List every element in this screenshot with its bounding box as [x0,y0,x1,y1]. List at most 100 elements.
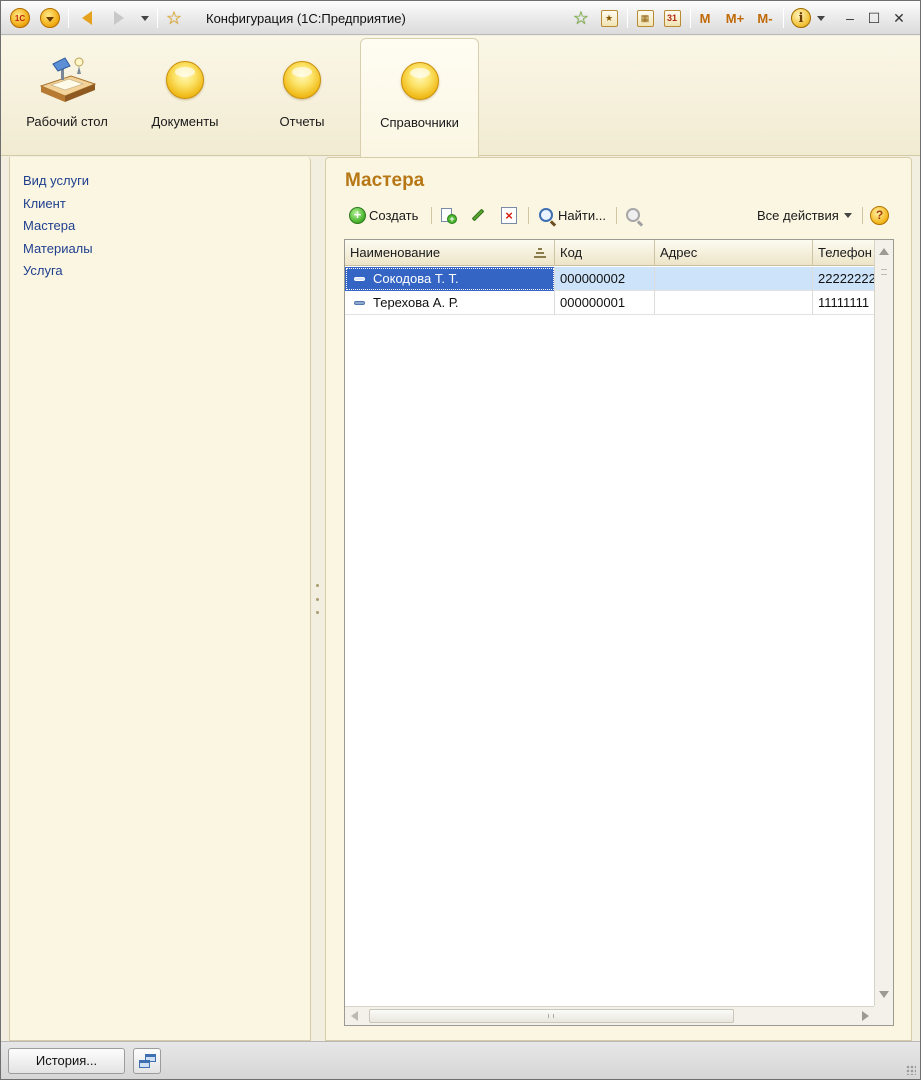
divider [783,8,784,28]
cell-text: 000000001 [560,295,626,310]
memory-plus-button[interactable]: M+ [723,1,747,35]
column-header-label: Наименование [350,245,441,260]
cell-name[interactable]: Терехова А. Р. [345,291,555,315]
add-to-favorites-button[interactable]: ☆ [570,1,592,35]
memory-m-button[interactable]: M [697,1,713,35]
scroll-up-icon[interactable] [879,248,889,255]
section-ball-icon [166,61,204,99]
edit-button[interactable] [471,202,485,228]
navigation-panel: Вид услуги Клиент Мастера Материалы Услу… [9,157,311,1041]
forward-button[interactable] [109,1,129,35]
panel-splitter[interactable] [314,584,320,614]
scroll-left-icon[interactable] [351,1011,358,1021]
close-button[interactable]: ✕ [889,1,909,35]
copy-icon: + [440,207,457,224]
resize-grip-icon[interactable] [906,1065,916,1075]
delete-icon: × [501,206,517,224]
cell-text: 000000002 [560,271,626,286]
window-title-text: Конфигурация (1С:Предприятие) [206,10,406,26]
open-windows-button[interactable] [133,1048,161,1074]
section-catalogs[interactable]: Справочники [360,38,479,157]
desktop-icon [39,57,97,102]
find-label: Найти... [558,207,606,223]
scroll-thumb[interactable] [369,1009,734,1023]
section-desktop[interactable]: Рабочий стол [25,36,109,155]
1c-logo-icon: 1С [10,8,30,28]
cell-phone[interactable]: 11111111 [813,291,875,315]
masters-table: Наименование Код Адрес Телефон Сокодова … [344,239,894,1026]
section-label: Рабочий стол [26,114,108,129]
find-button[interactable]: Найти... [539,202,606,228]
table-row[interactable]: Сокодова Т. Т. 000000002 22222222 [345,267,875,291]
nav-item-materials[interactable]: Материалы [23,241,93,264]
column-header-address[interactable]: Адрес [655,240,813,266]
memory-plus-label: M+ [725,10,745,26]
scroll-thumb-grip [881,269,887,275]
calculator-button[interactable]: ▦ [635,1,655,35]
grip-dot [315,597,319,601]
chevron-down-icon [843,212,852,218]
app-window: 1С ☆ Конфигурация (1С:Предприятие) ☆ ★ ▦… [0,0,921,1080]
about-dropdown-button[interactable] [814,1,828,35]
create-label: Создать [369,207,419,223]
favorites-list-button[interactable]: ★ [599,1,619,35]
search-icon [539,208,553,222]
form-title: Мастера [345,170,425,191]
memory-minus-label: M- [757,10,773,26]
main-menu-button[interactable] [39,1,61,35]
column-header-name[interactable]: Наименование [345,240,555,266]
section-ball-icon [283,61,321,99]
section-reports[interactable]: Отчеты [263,36,341,155]
divider [627,8,628,28]
cell-phone[interactable]: 22222222 [813,267,875,291]
maximize-button[interactable]: ☐ [865,1,883,35]
list-form: Мастера + Создать + × Найти... Все дейст… [325,157,912,1041]
cell-code[interactable]: 000000002 [555,267,655,291]
cell-code[interactable]: 000000001 [555,291,655,315]
nav-item-service-type[interactable]: Вид услуги [23,173,93,196]
minimize-button[interactable]: – [841,1,859,35]
memory-minus-button[interactable]: M- [753,1,777,35]
maximize-icon: ☐ [867,9,881,26]
app-logo-icon[interactable]: 1С [9,1,31,35]
about-button[interactable]: i [790,1,812,35]
history-dropdown-button[interactable] [138,1,152,35]
vertical-scrollbar[interactable] [874,240,893,1006]
delete-button[interactable]: × [501,202,517,228]
history-button[interactable]: История... [8,1048,125,1074]
cell-name[interactable]: Сокодова Т. Т. [345,267,555,291]
back-button[interactable] [77,1,97,35]
favorites-button[interactable]: ☆ [163,1,185,35]
calendar-icon: 31 [663,9,681,27]
copy-button[interactable]: + [440,202,457,228]
divider [690,8,691,28]
table-row[interactable]: Терехова А. Р. 000000001 11111111 [345,291,875,315]
horizontal-scrollbar[interactable] [345,1006,875,1025]
divider [528,207,529,224]
memory-m-label: M [699,10,711,26]
column-header-phone[interactable]: Телефон [813,240,875,266]
scroll-down-icon[interactable] [879,991,889,998]
all-actions-menu[interactable]: Все действия [757,202,852,228]
column-header-code[interactable]: Код [555,240,655,266]
section-label: Отчеты [279,114,325,129]
scroll-right-icon[interactable] [862,1011,869,1021]
windows-icon [139,1060,150,1068]
cell-address[interactable] [655,267,813,291]
chevron-down-icon [141,15,149,21]
cancel-search-button[interactable] [626,202,640,228]
section-documents[interactable]: Документы [141,36,229,155]
create-button[interactable]: + Создать [349,202,418,228]
calendar-button[interactable]: 31 [662,1,682,35]
help-button[interactable]: ? [870,202,889,228]
star-icon: ☆ [165,8,183,28]
chevron-down-icon [817,15,825,21]
divider [431,207,432,224]
nav-item-masters[interactable]: Мастера [23,218,93,241]
cell-address[interactable] [655,291,813,315]
nav-item-client[interactable]: Клиент [23,196,93,219]
column-header-label: Телефон [818,245,872,260]
command-bar: + Создать + × Найти... Все действия ? [345,202,895,228]
section-label: Документы [151,114,219,129]
nav-item-service[interactable]: Услуга [23,263,93,286]
